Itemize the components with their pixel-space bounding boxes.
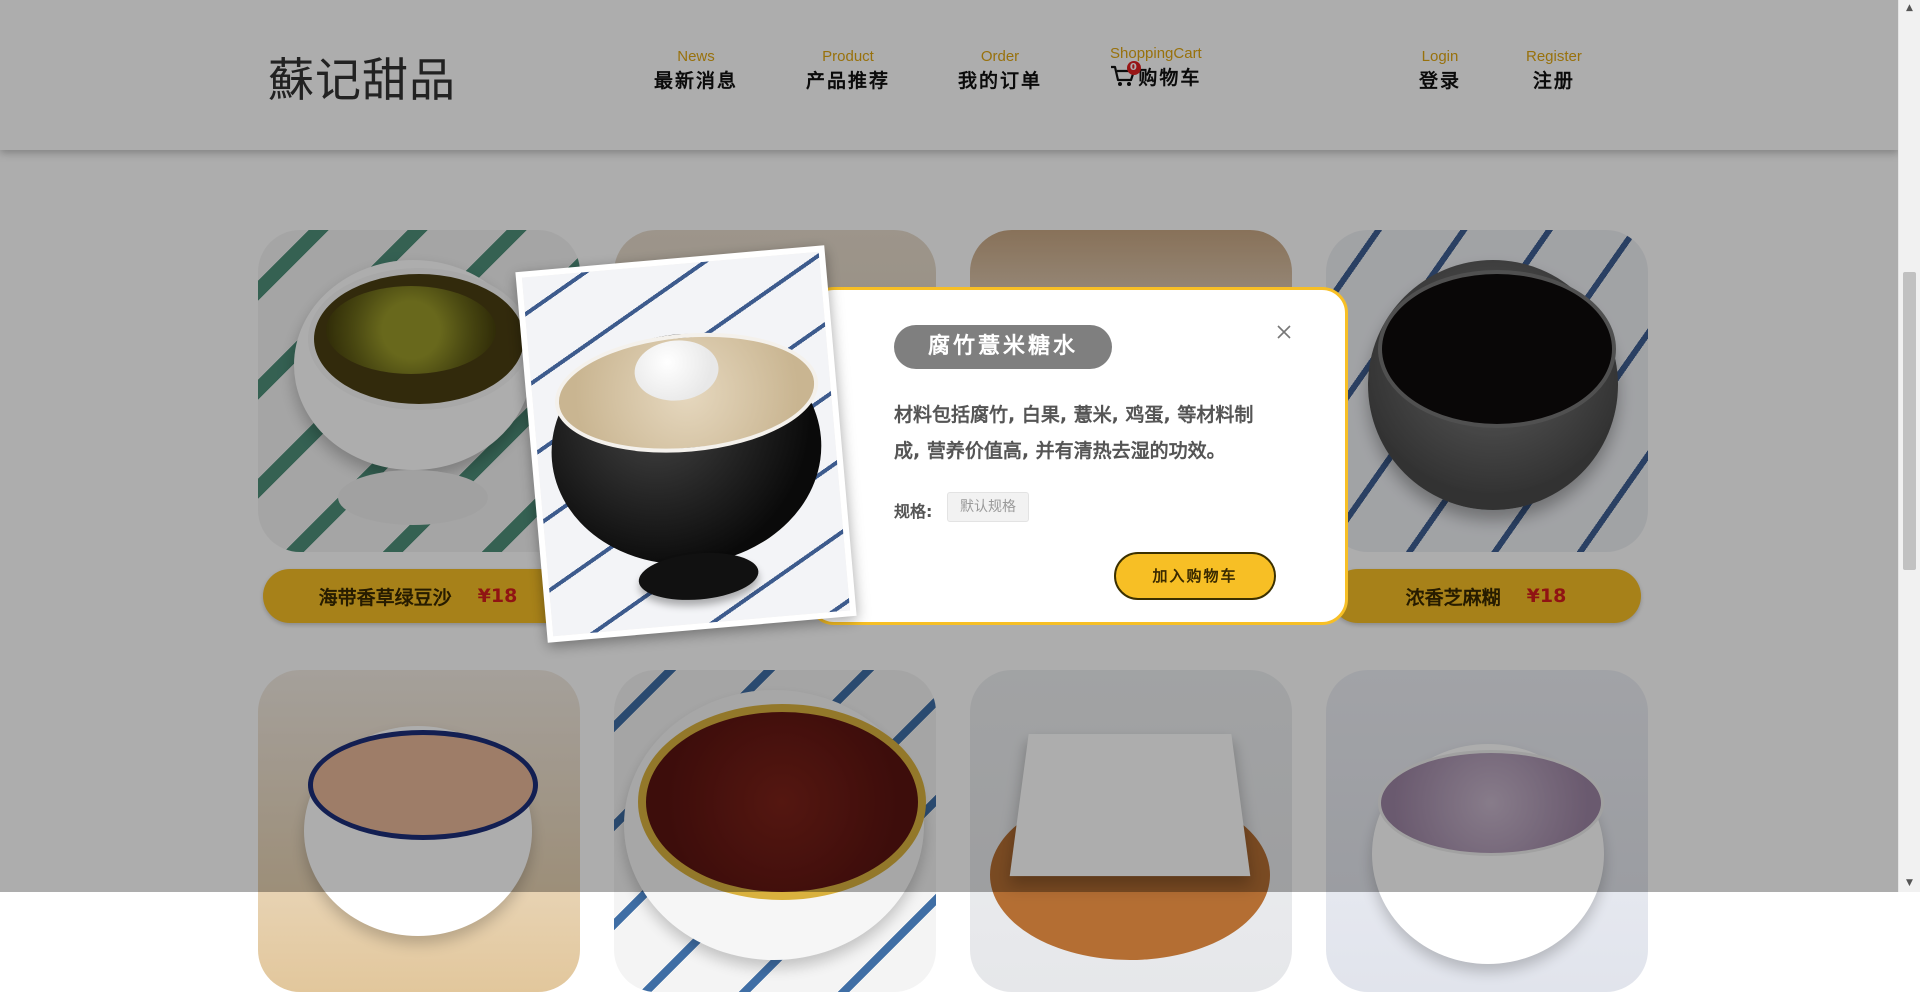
modal-product-photo [515,245,857,643]
scroll-down-icon[interactable]: ▼ [1899,875,1920,892]
spec-label: 规格: [894,502,933,521]
close-icon[interactable] [1273,321,1295,343]
scrollbar-thumb[interactable] [1903,272,1916,570]
add-to-cart-button[interactable]: 加入购物车 [1114,552,1276,600]
spec-option-default[interactable]: 默认规格 [947,492,1029,522]
scroll-up-icon[interactable]: ▲ [1899,0,1920,17]
product-detail-modal: 腐竹薏米糖水 材料包括腐竹, 白果, 薏米, 鸡蛋, 等材料制成, 营养价值高,… [808,287,1348,625]
modal-title: 腐竹薏米糖水 [894,325,1113,369]
page-scrollbar[interactable]: ▲ ▼ [1898,0,1920,892]
modal-description: 材料包括腐竹, 白果, 薏米, 鸡蛋, 等材料制成, 营养价值高, 并有清热去湿… [894,404,1254,462]
